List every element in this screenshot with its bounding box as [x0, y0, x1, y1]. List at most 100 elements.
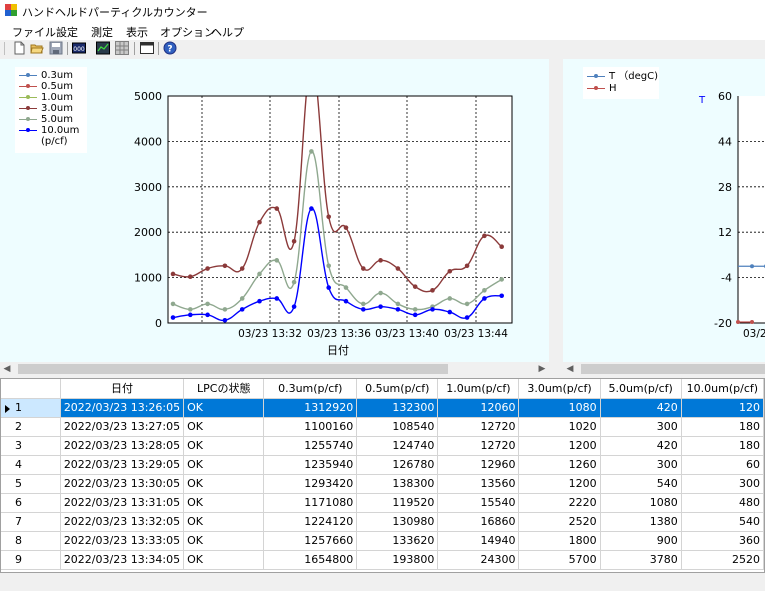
scroll-right-arrow-icon[interactable]: ▶	[535, 362, 549, 376]
open-folder-icon[interactable]	[30, 41, 44, 55]
table-cell[interactable]: 1380	[600, 512, 682, 532]
table-cell[interactable]: 480	[681, 493, 764, 513]
save-icon[interactable]	[49, 41, 63, 55]
table-cell[interactable]: 24300	[437, 550, 520, 570]
table-row[interactable]: 2 2022/03/23 13:27:05 OK 1100160 108540 12720…	[1, 417, 764, 437]
table-cell[interactable]: 540	[600, 474, 682, 494]
table-row[interactable]: 4 2022/03/23 13:29:05 OK 1235940 126780 12960…	[1, 455, 764, 475]
column-header[interactable]: 0.5um(p/cf)	[356, 379, 439, 399]
column-header[interactable]: 5.0um(p/cf)	[600, 379, 682, 399]
column-header[interactable]: LPCの状態	[183, 379, 265, 399]
table-cell[interactable]: 1171080	[263, 493, 358, 513]
table-cell[interactable]: 108540	[356, 417, 439, 437]
table-cell[interactable]: OK	[183, 550, 265, 570]
table-cell[interactable]: 1257660	[263, 531, 358, 551]
menu-file[interactable]: ファイル	[12, 24, 56, 40]
table-cell[interactable]: 1020	[518, 417, 601, 437]
table-cell[interactable]: 16860	[437, 512, 520, 532]
table-cell[interactable]: 360	[681, 531, 764, 551]
scroll-thumb[interactable]	[581, 364, 765, 374]
table-cell[interactable]: 420	[600, 398, 682, 418]
table-cell[interactable]: 2520	[681, 550, 764, 570]
table-cell[interactable]: 5700	[518, 550, 601, 570]
menu-options[interactable]: オプション	[160, 24, 215, 40]
table-cell[interactable]: 180	[681, 417, 764, 437]
grid-icon[interactable]	[115, 41, 129, 55]
row-header[interactable]: 8	[1, 531, 61, 551]
table-cell[interactable]: 2022/03/23 13:29:05	[60, 455, 185, 475]
row-header[interactable]: 9	[1, 550, 61, 570]
data-grid[interactable]: 日付 LPCの状態 0.3um(p/cf) 0.5um(p/cf) 1.0um(p/cf…	[0, 378, 765, 573]
table-cell[interactable]: OK	[183, 398, 265, 418]
column-header[interactable]: 10.0um(p/cf)	[681, 379, 764, 399]
table-cell[interactable]: 130980	[356, 512, 439, 532]
table-cell[interactable]: 1080	[600, 493, 682, 513]
table-cell[interactable]: 300	[681, 474, 764, 494]
table-cell[interactable]: 12720	[437, 436, 520, 456]
row-header[interactable]: 5	[1, 474, 61, 494]
scroll-left-arrow-icon[interactable]: ◀	[0, 362, 14, 376]
row-header[interactable]: 4	[1, 455, 61, 475]
table-cell[interactable]: 2022/03/23 13:27:05	[60, 417, 185, 437]
table-cell[interactable]: 180	[681, 436, 764, 456]
table-cell[interactable]: OK	[183, 512, 265, 532]
table-cell[interactable]: OK	[183, 417, 265, 437]
table-row[interactable]: 8 2022/03/23 13:33:05 OK 1257660 133620 14940…	[1, 531, 764, 551]
counter-display-icon[interactable]: 000	[72, 41, 86, 55]
table-cell[interactable]: 2022/03/23 13:31:05	[60, 493, 185, 513]
table-cell[interactable]: 2220	[518, 493, 601, 513]
menu-measure[interactable]: 測定	[91, 24, 113, 40]
table-cell[interactable]: OK	[183, 474, 265, 494]
table-row[interactable]: 9 2022/03/23 13:34:05 OK 1654800 193800 24300…	[1, 550, 764, 570]
table-row[interactable]: 3 2022/03/23 13:28:05 OK 1255740 124740 12720…	[1, 436, 764, 456]
table-cell[interactable]: 138300	[356, 474, 439, 494]
table-cell[interactable]: 13560	[437, 474, 520, 494]
table-cell[interactable]: 300	[600, 417, 682, 437]
row-header[interactable]: 7	[1, 512, 61, 532]
chart-scrollbar-right[interactable]: ◀	[563, 362, 765, 376]
table-cell[interactable]: 120	[681, 398, 764, 418]
chart-window-icon[interactable]	[96, 41, 110, 55]
row-header-corner[interactable]	[1, 379, 61, 399]
table-cell[interactable]: 14940	[437, 531, 520, 551]
table-cell[interactable]: 132300	[356, 398, 439, 418]
table-cell[interactable]: 12960	[437, 455, 520, 475]
table-cell[interactable]: 193800	[356, 550, 439, 570]
table-cell[interactable]: 1200	[518, 474, 601, 494]
table-cell[interactable]: 119520	[356, 493, 439, 513]
row-header[interactable]: 3	[1, 436, 61, 456]
menu-help[interactable]: ヘルプ	[211, 24, 244, 40]
table-cell[interactable]: 2022/03/23 13:30:05	[60, 474, 185, 494]
menu-view[interactable]: 表示	[126, 24, 148, 40]
table-cell[interactable]: 1293420	[263, 474, 358, 494]
table-cell[interactable]: 1100160	[263, 417, 358, 437]
table-cell[interactable]: 1235940	[263, 455, 358, 475]
table-cell[interactable]: 540	[681, 512, 764, 532]
scroll-left-arrow-icon[interactable]: ◀	[563, 362, 577, 376]
table-row[interactable]: 5 2022/03/23 13:30:05 OK 1293420 138300 13560…	[1, 474, 764, 494]
table-cell[interactable]: 12060	[437, 398, 520, 418]
table-cell[interactable]: OK	[183, 531, 265, 551]
table-cell[interactable]: 2022/03/23 13:34:05	[60, 550, 185, 570]
scroll-thumb[interactable]	[18, 364, 448, 374]
window-icon[interactable]	[140, 41, 154, 55]
table-row[interactable]: 6 2022/03/23 13:31:05 OK 1171080 119520 15540…	[1, 493, 764, 513]
table-cell[interactable]: 2022/03/23 13:32:05	[60, 512, 185, 532]
help-icon[interactable]: ?	[163, 41, 177, 55]
row-header[interactable]: 6	[1, 493, 61, 513]
table-row[interactable]: 1 2022/03/23 13:26:05 OK 1312920 132300 12060…	[1, 398, 764, 418]
row-header[interactable]: 2	[1, 417, 61, 437]
chart-scrollbar-left[interactable]: ◀ ▶	[0, 362, 549, 376]
column-header[interactable]: 3.0um(p/cf)	[518, 379, 601, 399]
table-cell[interactable]: 2022/03/23 13:33:05	[60, 531, 185, 551]
table-cell[interactable]: 2022/03/23 13:28:05	[60, 436, 185, 456]
table-cell[interactable]: 1255740	[263, 436, 358, 456]
column-header[interactable]: 日付	[60, 379, 185, 399]
table-cell[interactable]: 124740	[356, 436, 439, 456]
table-cell[interactable]: 300	[600, 455, 682, 475]
table-cell[interactable]: 15540	[437, 493, 520, 513]
table-cell[interactable]: 1080	[518, 398, 601, 418]
table-cell[interactable]: 1800	[518, 531, 601, 551]
table-cell[interactable]: OK	[183, 436, 265, 456]
menu-settings[interactable]: 設定	[56, 24, 78, 40]
